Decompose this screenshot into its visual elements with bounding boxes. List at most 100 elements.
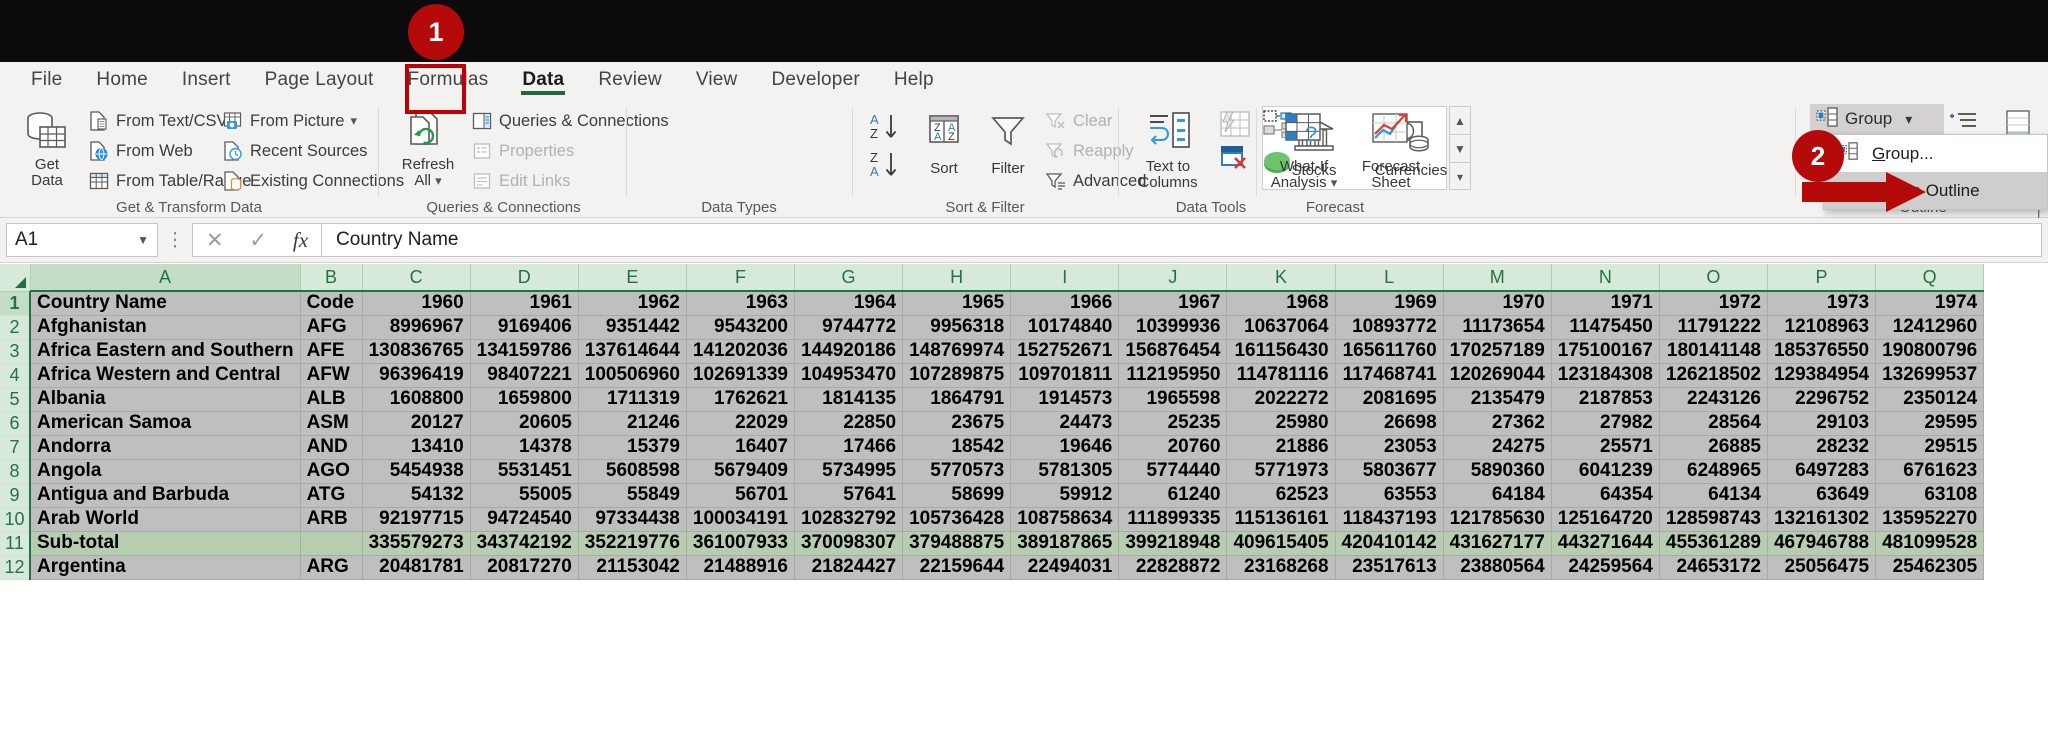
cell[interactable]: 25462305 bbox=[1875, 555, 1985, 580]
column-header-E[interactable]: E bbox=[578, 264, 687, 292]
cell[interactable]: 27362 bbox=[1443, 411, 1552, 436]
cell[interactable]: 12412960 bbox=[1875, 315, 1985, 340]
cell[interactable]: 2135479 bbox=[1443, 387, 1552, 412]
cell[interactable]: ARB bbox=[300, 507, 363, 532]
cell[interactable]: Africa Western and Central bbox=[28, 363, 301, 388]
cell[interactable]: 20817270 bbox=[470, 555, 579, 580]
column-header-P[interactable]: P bbox=[1767, 264, 1877, 292]
scroll-down-icon[interactable]: ▼ bbox=[1450, 135, 1470, 163]
cell[interactable]: 63108 bbox=[1875, 483, 1985, 508]
cell[interactable]: 2187853 bbox=[1551, 387, 1660, 412]
cell[interactable]: 132699537 bbox=[1875, 363, 1985, 388]
cell[interactable]: 5890360 bbox=[1443, 459, 1552, 484]
cell[interactable]: 467946788 bbox=[1767, 531, 1877, 556]
cell[interactable]: 343742192 bbox=[470, 531, 579, 556]
cell[interactable]: 54132 bbox=[362, 483, 471, 508]
cell[interactable]: ARG bbox=[300, 555, 363, 580]
cell[interactable]: 6761623 bbox=[1875, 459, 1985, 484]
cell[interactable]: 10637064 bbox=[1226, 315, 1336, 340]
ribbon-tab-data[interactable]: Data bbox=[505, 62, 581, 98]
ribbon-tab-review[interactable]: Review bbox=[581, 62, 679, 98]
cell[interactable]: 100034191 bbox=[686, 507, 796, 532]
cell[interactable]: Code bbox=[300, 290, 363, 316]
cell[interactable]: 25056475 bbox=[1767, 555, 1877, 580]
cell[interactable]: 335579273 bbox=[362, 531, 471, 556]
cell[interactable]: 24275 bbox=[1443, 435, 1552, 460]
cell[interactable]: 1967 bbox=[1118, 290, 1228, 316]
cell[interactable]: 481099528 bbox=[1875, 531, 1985, 556]
cell[interactable]: Sub-total bbox=[28, 531, 301, 556]
from-text-csv-button[interactable]: From Text/CSV bbox=[88, 110, 228, 132]
cell[interactable]: 123184308 bbox=[1551, 363, 1660, 388]
row-header-5[interactable]: 5 bbox=[0, 387, 31, 412]
cell[interactable]: 115136161 bbox=[1226, 507, 1336, 532]
cell[interactable]: 1972 bbox=[1659, 290, 1768, 316]
gallery-expand-icon[interactable]: ▾ bbox=[1450, 163, 1470, 191]
cell[interactable]: 1711319 bbox=[578, 387, 687, 412]
cell[interactable]: 1963 bbox=[686, 290, 796, 316]
cell[interactable]: 1914573 bbox=[1010, 387, 1120, 412]
cell[interactable]: 20605 bbox=[470, 411, 579, 436]
cell[interactable]: 62523 bbox=[1226, 483, 1336, 508]
cell[interactable]: 161156430 bbox=[1226, 339, 1336, 364]
cell[interactable]: 19646 bbox=[1010, 435, 1120, 460]
cell[interactable]: 1965 bbox=[902, 290, 1012, 316]
row-header-7[interactable]: 7 bbox=[0, 435, 31, 460]
scroll-up-icon[interactable]: ▲ bbox=[1450, 107, 1470, 135]
column-header-C[interactable]: C bbox=[362, 264, 471, 292]
get-data-button[interactable]: Get Data bbox=[4, 108, 90, 189]
cell[interactable]: 24653172 bbox=[1659, 555, 1768, 580]
cell[interactable]: 64354 bbox=[1551, 483, 1660, 508]
formula-input[interactable]: Country Name bbox=[322, 223, 2042, 257]
cell[interactable]: 23168268 bbox=[1226, 555, 1336, 580]
chevron-down-icon[interactable]: ▾ bbox=[1905, 111, 1912, 128]
cell[interactable]: 102691339 bbox=[686, 363, 796, 388]
cell[interactable]: 56701 bbox=[686, 483, 796, 508]
cell[interactable]: 1964 bbox=[794, 290, 904, 316]
cell[interactable]: 25980 bbox=[1226, 411, 1336, 436]
select-all-button[interactable] bbox=[0, 264, 31, 292]
cell[interactable]: 130836765 bbox=[362, 339, 471, 364]
column-header-K[interactable]: K bbox=[1226, 264, 1336, 292]
group-button[interactable]: Group ▾ bbox=[1810, 104, 1944, 134]
cell[interactable]: 9744772 bbox=[794, 315, 904, 340]
cell[interactable]: 443271644 bbox=[1551, 531, 1660, 556]
row-header-4[interactable]: 4 bbox=[0, 363, 31, 388]
cell[interactable]: 1974 bbox=[1875, 290, 1985, 316]
cell[interactable]: 165611760 bbox=[1335, 339, 1444, 364]
existing-connections-button[interactable]: Existing Connections bbox=[222, 170, 404, 192]
ribbon-tab-help[interactable]: Help bbox=[877, 62, 951, 98]
cell[interactable]: 59912 bbox=[1010, 483, 1120, 508]
cell[interactable]: 28564 bbox=[1659, 411, 1768, 436]
cell[interactable]: 6248965 bbox=[1659, 459, 1768, 484]
cell[interactable]: 121785630 bbox=[1443, 507, 1552, 532]
from-picture-button[interactable]: From Picture ▾ bbox=[222, 110, 357, 132]
cell[interactable]: 1962 bbox=[578, 290, 687, 316]
cell[interactable]: 9169406 bbox=[470, 315, 579, 340]
cell[interactable]: 21153042 bbox=[578, 555, 687, 580]
cell[interactable]: 148769974 bbox=[902, 339, 1012, 364]
cell[interactable]: 5734995 bbox=[794, 459, 904, 484]
cell[interactable]: 5531451 bbox=[470, 459, 579, 484]
cell[interactable]: 98407221 bbox=[470, 363, 579, 388]
cell[interactable]: 5781305 bbox=[1010, 459, 1120, 484]
cell[interactable]: 55849 bbox=[578, 483, 687, 508]
cell[interactable]: 22029 bbox=[686, 411, 796, 436]
formula-bar-handle[interactable]: ⋮ bbox=[158, 229, 192, 252]
spreadsheet-grid[interactable]: ABCDEFGHIJKLMNOPQ 1 Country Name Code 1960 1… bbox=[0, 264, 2048, 737]
row-header-2[interactable]: 2 bbox=[0, 315, 31, 340]
cell[interactable]: 10893772 bbox=[1335, 315, 1444, 340]
cell[interactable]: 24259564 bbox=[1551, 555, 1660, 580]
cell[interactable]: 137614644 bbox=[578, 339, 687, 364]
cell[interactable]: 100506960 bbox=[578, 363, 687, 388]
cell[interactable]: 20127 bbox=[362, 411, 471, 436]
cell[interactable]: 11173654 bbox=[1443, 315, 1552, 340]
cell[interactable]: 112195950 bbox=[1118, 363, 1228, 388]
cell[interactable]: 16407 bbox=[686, 435, 796, 460]
cell[interactable]: 1762621 bbox=[686, 387, 796, 412]
ribbon-tab-file[interactable]: File bbox=[14, 62, 79, 98]
cell[interactable]: 20481781 bbox=[362, 555, 471, 580]
cell[interactable]: 5770573 bbox=[902, 459, 1012, 484]
row-header-3[interactable]: 3 bbox=[0, 339, 31, 364]
recent-sources-button[interactable]: Recent Sources bbox=[222, 140, 367, 162]
